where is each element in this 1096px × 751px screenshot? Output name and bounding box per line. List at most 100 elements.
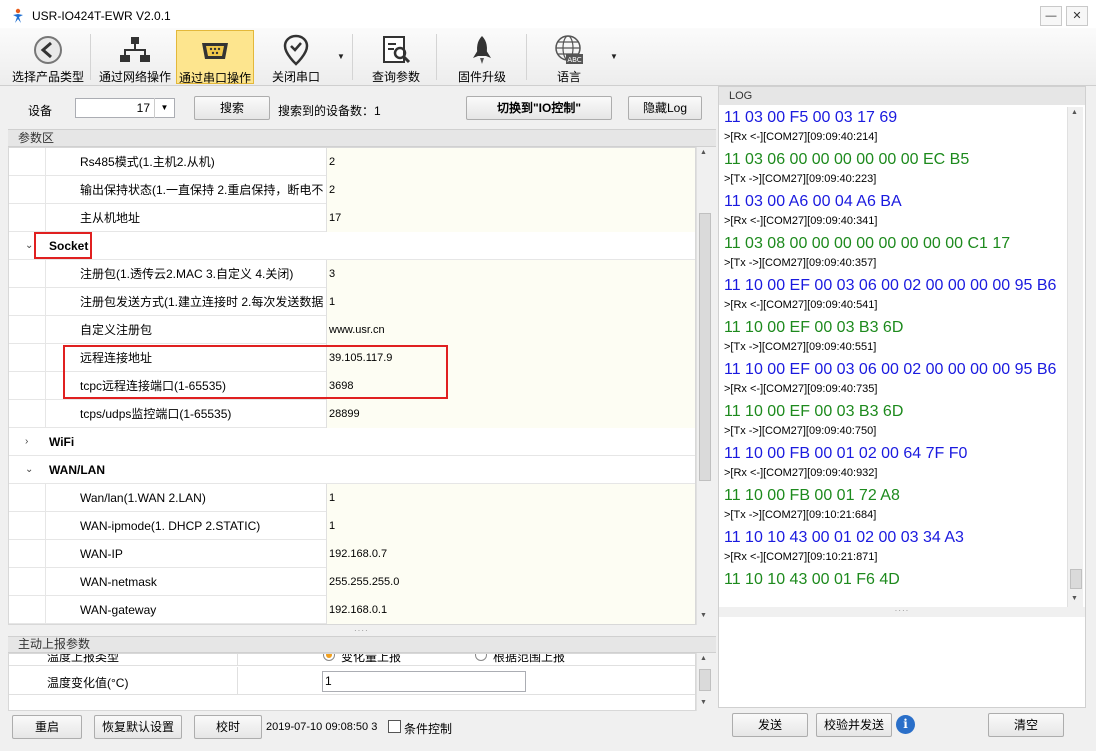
param-value[interactable]: 1	[326, 512, 695, 540]
log-data-line: 11 03 00 F5 00 03 17 69	[724, 109, 898, 126]
toolbar-select-product-button[interactable]: 选择产品类型	[10, 30, 86, 84]
chevron-down-icon[interactable]: ⌄	[25, 232, 33, 260]
report-scrollbar[interactable]: ▲ ▼	[696, 653, 712, 711]
info-icon[interactable]: i	[896, 715, 915, 734]
scrollbar-thumb[interactable]	[699, 669, 711, 691]
scroll-down-icon[interactable]: ▼	[1071, 595, 1078, 602]
param-value[interactable]: 1	[326, 288, 695, 316]
param-label: WAN-netmask	[45, 568, 326, 596]
switch-io-control-button[interactable]: 切换到"IO控制"	[466, 96, 612, 120]
close-serial-dropdown-icon[interactable]: ▼	[337, 52, 345, 61]
network-icon	[120, 37, 150, 62]
scroll-up-icon[interactable]: ▲	[700, 149, 707, 156]
log-meta-line: >[Rx <-][COM27][09:09:40:341]	[724, 215, 878, 227]
param-value[interactable]: 192.168.0.1	[326, 596, 695, 624]
sync-time-button[interactable]: 校时	[194, 715, 262, 739]
hide-log-button[interactable]: 隐藏Log	[628, 96, 702, 120]
param-label: WAN-ipmode(1. DHCP 2.STATIC)	[45, 512, 326, 540]
log-scrollbar[interactable]: ▲ ▼	[1067, 107, 1083, 607]
param-value[interactable]: 3	[326, 260, 695, 288]
clear-button[interactable]: 清空	[988, 713, 1064, 737]
condition-control-checkbox[interactable]	[388, 720, 401, 733]
category-row[interactable]: › WiFi	[9, 428, 695, 456]
language-dropdown-icon[interactable]: ▼	[610, 52, 618, 61]
report-type-label: 温度上报类型	[47, 653, 120, 664]
param-value[interactable]: 192.168.0.7	[326, 540, 695, 568]
chevron-down-icon[interactable]: ▼	[154, 98, 174, 118]
app-logo-icon	[13, 8, 23, 23]
log-data-line: 11 03 06 00 00 00 00 00 00 EC B5	[724, 151, 970, 168]
param-value[interactable]: 255.255.255.0	[326, 568, 695, 596]
chevron-right-icon[interactable]: ›	[25, 428, 28, 456]
condition-control-label: 条件控制	[404, 722, 453, 736]
log-content[interactable]: 11 03 00 F5 00 03 17 69 >[Rx <-][COM27][0…	[721, 107, 1069, 607]
location-check-icon	[283, 34, 309, 66]
log-data-line: 11 10 00 EF 00 03 B3 6D	[724, 403, 904, 420]
splitter-grip[interactable]: ····	[354, 626, 369, 635]
params-scrollbar[interactable]: ▲ ▼	[696, 147, 712, 625]
log-splitter-grip[interactable]: ····	[719, 607, 1085, 617]
toolbar-firmware-button[interactable]: 固件升级	[444, 30, 520, 84]
scroll-down-icon[interactable]: ▼	[700, 612, 707, 619]
device-bar: 设备 17 ▼ 搜索 搜索到的设备数：1 切换到"IO控制" 隐藏Log	[8, 92, 716, 126]
category-row[interactable]: ⌄ WAN/LAN	[9, 456, 695, 484]
scroll-down-icon[interactable]: ▼	[700, 699, 707, 706]
log-data-line: 11 10 00 EF 00 03 06 00 02 00 00 00 00 9…	[724, 277, 1057, 294]
param-value[interactable]: www.usr.cn	[326, 316, 695, 344]
param-label: Wan/lan(1.WAN 2.LAN)	[45, 484, 326, 512]
change-value-input[interactable]: 1	[322, 671, 526, 692]
param-row[interactable]: Wan/lan(1.WAN 2.LAN) 1	[9, 484, 695, 512]
annotation-box-remote	[63, 345, 448, 399]
param-row[interactable]: Rs485模式(1.主机2.从机) 2	[9, 148, 695, 176]
toolbar-query-button[interactable]: 查询参数	[360, 30, 432, 84]
log-data-line: 11 10 10 43 00 01 F6 4D	[724, 571, 900, 588]
serial-port-icon	[202, 43, 228, 59]
param-value[interactable]: 2	[326, 148, 695, 176]
toolbar-close-serial-button[interactable]: 关闭串口	[258, 30, 334, 84]
param-row[interactable]: 输出保持状态(1.一直保持 2.重启保持，断电不 2	[9, 176, 695, 204]
search-button[interactable]: 搜索	[194, 96, 270, 120]
scrollbar-thumb[interactable]	[699, 213, 711, 481]
log-data-line: 11 10 00 EF 00 03 B3 6D	[724, 319, 904, 336]
toolbar-language-button[interactable]: ABC 语言	[534, 30, 604, 84]
param-row[interactable]: WAN-IP 192.168.0.7	[9, 540, 695, 568]
param-value[interactable]: 1	[326, 484, 695, 512]
restart-button[interactable]: 重启	[12, 715, 82, 739]
param-row[interactable]: WAN-gateway 192.168.0.1	[9, 596, 695, 624]
device-select[interactable]: 17 ▼	[75, 98, 175, 118]
log-data-line: 11 10 00 EF 00 03 06 00 02 00 00 00 00 9…	[724, 361, 1057, 378]
back-arrow-icon	[34, 36, 62, 64]
send-button[interactable]: 发送	[732, 713, 808, 737]
param-row[interactable]: tcps/udps监控端口(1-65535) 28899	[9, 400, 695, 428]
log-meta-line: >[Rx <-][COM27][09:09:40:735]	[724, 383, 878, 395]
log-meta-line: >[Tx ->][COM27][09:09:40:551]	[724, 341, 877, 353]
param-row[interactable]: WAN-netmask 255.255.255.0	[9, 568, 695, 596]
rocket-icon	[473, 36, 491, 64]
check-send-button[interactable]: 校验并发送	[816, 713, 892, 737]
toolbar-serial-button[interactable]: 通过串口操作	[176, 30, 254, 85]
svg-text:ABC: ABC	[567, 56, 581, 64]
close-button[interactable]: ✕	[1066, 6, 1088, 26]
param-value[interactable]: 2	[326, 176, 695, 204]
param-row[interactable]: 自定义注册包 www.usr.cn	[9, 316, 695, 344]
scroll-up-icon[interactable]: ▲	[700, 655, 707, 662]
param-value[interactable]: 28899	[326, 400, 695, 428]
log-data-line: 11 10 00 FB 00 01 02 00 64 7F F0	[724, 445, 968, 462]
toolbar-network-button[interactable]: 通过网络操作	[96, 30, 174, 84]
param-row[interactable]: 主从机地址 17	[9, 204, 695, 232]
param-row[interactable]: 注册包发送方式(1.建立连接时 2.每次发送数据 1	[9, 288, 695, 316]
scrollbar-thumb[interactable]	[1070, 569, 1082, 589]
param-value[interactable]: 17	[326, 204, 695, 232]
category-row[interactable]: ⌄ Socket	[9, 232, 695, 260]
radio-change-report[interactable]	[323, 654, 335, 661]
scroll-up-icon[interactable]: ▲	[1071, 109, 1078, 116]
toolbar: 选择产品类型 通过网络操作 通过串口操作 关闭串口 ▼ 查询参数 固件升级 AB…	[0, 28, 1096, 86]
report-section-header: 主动上报参数	[8, 636, 716, 653]
restore-defaults-button[interactable]: 恢复默认设置	[94, 715, 182, 739]
chevron-down-icon[interactable]: ⌄	[25, 456, 33, 484]
param-row[interactable]: WAN-ipmode(1. DHCP 2.STATIC) 1	[9, 512, 695, 540]
device-label: 设备	[28, 104, 53, 118]
minimize-button[interactable]: —	[1040, 6, 1062, 26]
param-row[interactable]: 注册包(1.透传云2.MAC 3.自定义 4.关闭) 3	[9, 260, 695, 288]
radio-range-report[interactable]	[475, 654, 487, 661]
